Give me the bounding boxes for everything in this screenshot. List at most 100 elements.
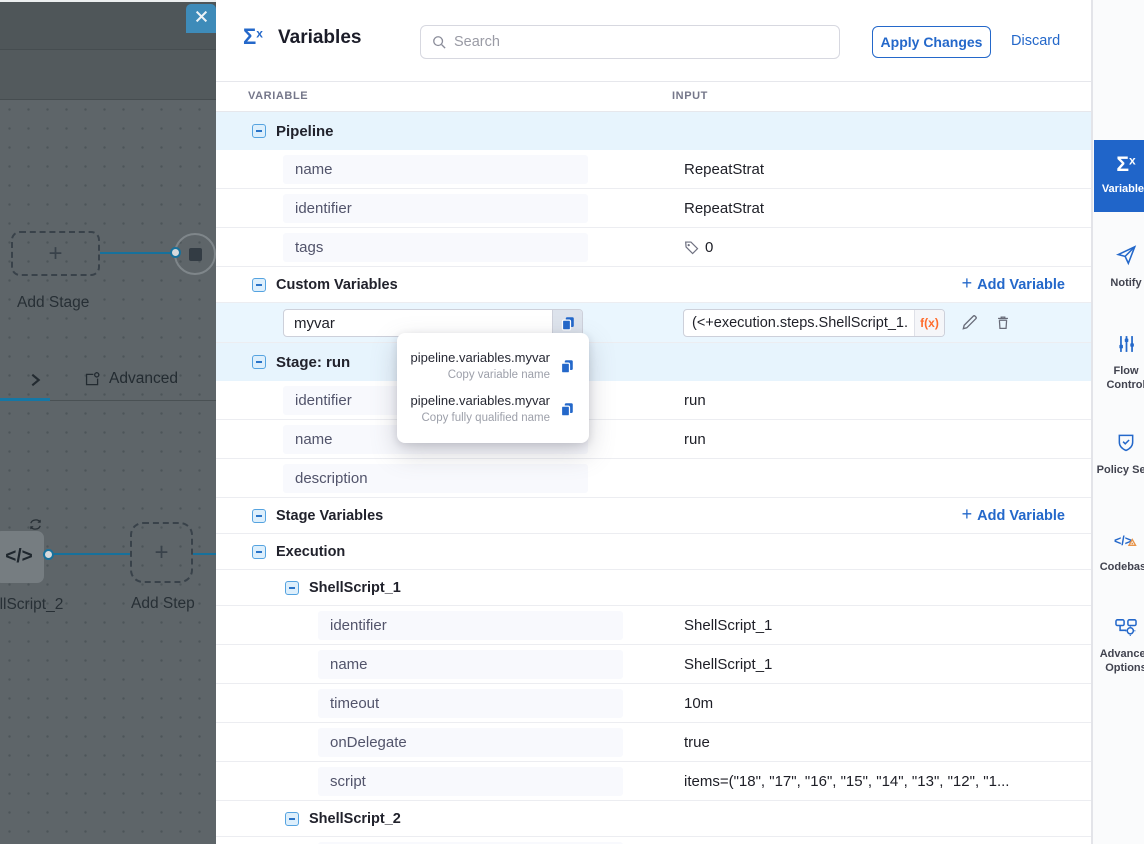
field-value: ShellScript_1: [684, 645, 772, 683]
edit-icon[interactable]: [960, 313, 979, 337]
canvas-dot-grid: [0, 100, 216, 844]
section-label: Stage Variables: [276, 508, 383, 524]
field-row-ondelegate: onDelegate true: [216, 723, 1091, 762]
add-variable-button[interactable]: +Add Variable: [962, 267, 1065, 302]
field-value: true: [684, 723, 710, 761]
value-text: true: [684, 734, 710, 751]
sidebar-item-codebase[interactable]: </>Codebase: [1094, 530, 1144, 574]
add-variable-button[interactable]: +Add Variable: [962, 498, 1065, 533]
stage-connector-line: [100, 252, 175, 254]
field-label: identifier: [318, 611, 623, 640]
add-stage-button[interactable]: +: [11, 231, 100, 276]
flow-gear-icon: [1114, 624, 1138, 641]
add-stage-label: Add Stage: [17, 294, 89, 312]
value-text: 10m: [684, 695, 713, 712]
copy-variable-popup: pipeline.variables.myvar Copy variable na…: [397, 333, 589, 443]
sidebar-item-label: Flow Control: [1094, 364, 1144, 393]
tab-advanced[interactable]: Advanced: [84, 370, 178, 388]
section-row-stage-run: Stage: run: [216, 343, 1091, 381]
close-icon: [195, 10, 208, 28]
add-variable-label: Add Variable: [977, 508, 1065, 524]
add-step-label: Add Step: [131, 595, 195, 613]
shell-script-icon: </>: [5, 546, 32, 568]
copy-option-texts: pipeline.variables.myvarCopy fully quali…: [411, 393, 550, 424]
field-value: ShellScript_2: [684, 837, 772, 844]
sidebar-item-flow-control[interactable]: Flow Control: [1094, 334, 1144, 393]
section-row-custom-variables: Custom Variables +Add Variable: [216, 267, 1091, 303]
copy-option-text: pipeline.variables.myvar: [411, 393, 550, 408]
plus-icon: +: [962, 273, 973, 294]
field-label: timeout: [318, 689, 623, 718]
sidebar-item-label: Advanced Options: [1094, 647, 1144, 676]
search-input[interactable]: [454, 34, 828, 50]
copy-icon: [559, 401, 575, 417]
section-row-pipeline: Pipeline: [216, 112, 1091, 150]
delete-icon[interactable]: [994, 313, 1012, 337]
sidebar-item-label: Codebase: [1094, 560, 1144, 574]
sidebar-item-variables[interactable]: Σx Variables: [1094, 140, 1144, 212]
section-row-stage-variables: Stage Variables +Add Variable: [216, 498, 1091, 534]
collapse-icon[interactable]: [285, 581, 299, 595]
section-label: Pipeline: [276, 123, 334, 140]
plus-icon: +: [962, 504, 973, 525]
sidebar-item-label: Variables: [1094, 182, 1144, 196]
collapse-icon[interactable]: [252, 355, 266, 369]
sidebar-item-notify[interactable]: Notify: [1094, 244, 1144, 290]
expression-fx-badge[interactable]: f(x): [914, 310, 944, 336]
sidebar-item-label: Policy Sets: [1094, 463, 1144, 477]
advanced-panel-icon: [84, 371, 101, 388]
copy-option-sub: Copy variable name: [411, 369, 550, 381]
drawer-header: Σx Variables Apply Changes Discard: [216, 0, 1091, 82]
sidebar-item-label: Notify: [1094, 276, 1144, 290]
field-label: onDelegate: [318, 728, 623, 757]
field-value: run: [684, 420, 706, 458]
copy-option[interactable]: pipeline.variables.myvarCopy fully quali…: [411, 387, 575, 430]
paper-plane-icon: [1115, 253, 1138, 270]
section-label: Execution: [276, 544, 345, 560]
column-header-variable: VARIABLE: [248, 90, 308, 102]
field-row-name: namerun: [216, 420, 1091, 459]
add-step-button[interactable]: +: [130, 522, 193, 583]
section-row-shellscript-1: ShellScript_1: [216, 570, 1091, 606]
discard-button[interactable]: Discard: [1011, 33, 1060, 49]
field-value: 0: [684, 228, 713, 266]
value-text: ShellScript_1: [684, 656, 772, 673]
section-label: ShellScript_1: [309, 580, 401, 596]
copy-option[interactable]: pipeline.variables.myvar Copy variable na…: [411, 344, 575, 387]
field-row-timeout: timeout 10m: [216, 684, 1091, 723]
field-value: ShellScript_1: [684, 606, 772, 644]
collapse-icon[interactable]: [252, 124, 266, 138]
variable-value-input[interactable]: (<+execution.steps.ShellScript_1.f(x): [683, 309, 945, 337]
collapse-icon[interactable]: [252, 545, 266, 559]
copy-option-texts: pipeline.variables.myvar Copy variable na…: [411, 350, 550, 381]
variables-table: PipelinenameRepeatStratidentifierRepeatS…: [216, 112, 1091, 844]
connector-dot: [170, 247, 181, 258]
plus-icon: +: [154, 541, 168, 565]
field-row-script: scriptitems=("18", "17", "16", "15", "14…: [216, 762, 1091, 801]
step-node-shellscript[interactable]: </>: [0, 531, 44, 583]
value-text: RepeatStrat: [684, 200, 764, 217]
section-label: Custom Variables: [276, 277, 398, 293]
sidebar-item-policy-sets[interactable]: Policy Sets: [1094, 432, 1144, 477]
collapse-icon[interactable]: [252, 509, 266, 523]
field-row-description: description: [216, 459, 1091, 498]
advanced-tab-label: Advanced: [109, 370, 178, 388]
section-row-execution: Execution: [216, 534, 1091, 570]
sigma-icon: Σx: [1116, 158, 1135, 175]
copy-option-text: pipeline.variables.myvar: [411, 350, 550, 365]
value-text: RepeatStrat: [684, 161, 764, 178]
sliders-icon: [1117, 341, 1136, 358]
apply-changes-button[interactable]: Apply Changes: [872, 26, 991, 58]
collapse-icon[interactable]: [285, 812, 299, 826]
close-drawer-button[interactable]: [186, 4, 216, 33]
column-header-input: INPUT: [672, 90, 708, 102]
field-row-identifier: identifierrun: [216, 381, 1091, 420]
search-box[interactable]: [420, 25, 840, 59]
value-text: run: [684, 392, 706, 409]
chevron-right-icon[interactable]: [28, 372, 43, 393]
collapse-icon[interactable]: [252, 278, 266, 292]
field-value: 10m: [684, 684, 713, 722]
right-nav-sidebar: Σx Variables Notify Flow Control Policy Sets…: [1092, 0, 1144, 844]
copy-icon: [559, 358, 575, 374]
sidebar-item-advanced-options[interactable]: Advanced Options: [1094, 616, 1144, 676]
